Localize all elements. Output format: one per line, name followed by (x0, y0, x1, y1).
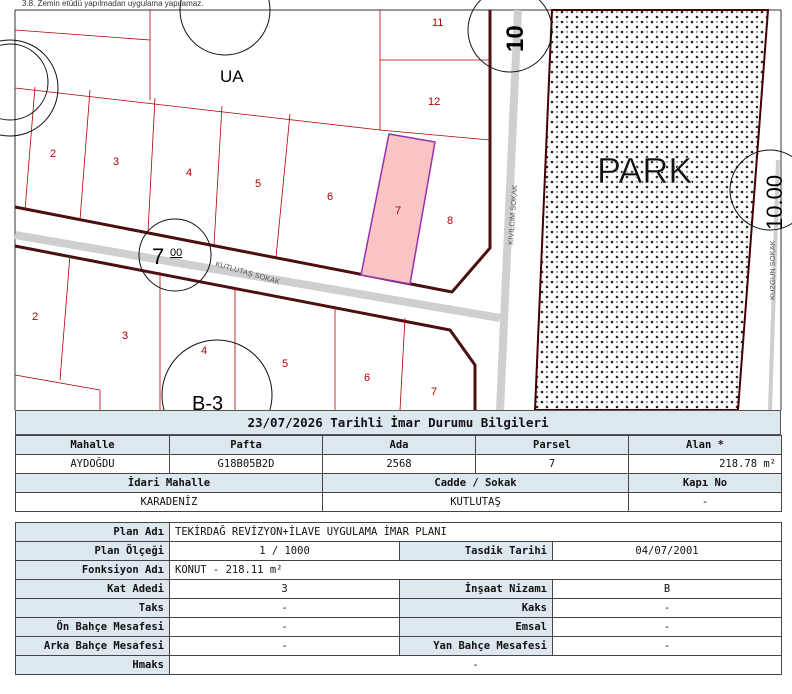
parcel-number: 3 (122, 330, 128, 342)
park-area (533, 9, 770, 411)
value-cadde-sokak: KUTLUTAŞ (322, 492, 629, 512)
label-plan-olcegi: Plan Ölçeği (15, 541, 170, 561)
parcel-number: 8 (447, 215, 453, 227)
header-alan: Alan * (628, 435, 782, 455)
header-parsel: Parsel (475, 435, 629, 455)
report-title: 23/07/2026 Tarihli İmar Durumu Bilgileri (15, 410, 781, 435)
label-arka-bahce: Arka Bahçe Mesafesi (15, 636, 170, 656)
parcel-number: 2 (32, 311, 38, 323)
parcel-number: 2 (50, 148, 56, 160)
label-on-bahce: Ön Bahçe Mesafesi (15, 617, 170, 637)
label-insaat-nizami: İnşaat Nizamı (399, 579, 553, 599)
value-pafta: G18B05B2D (169, 454, 323, 474)
value-emsal: - (551, 617, 783, 637)
parcel-number: 7 (395, 205, 401, 217)
value-kat-adedi: 3 (169, 579, 400, 599)
parcel-number: 6 (327, 191, 333, 203)
header-mahalle: Mahalle (15, 435, 170, 455)
plan-details-table: Plan Adı TEKİRDAĞ REVİZYON+İLAVE UYGULAM… (15, 522, 783, 675)
label-kat-adedi: Kat Adedi (15, 579, 170, 599)
ua-label: UA (220, 67, 244, 86)
parcel-number: 4 (201, 345, 207, 357)
header-cadde-sokak: Cadde / Sokak (322, 473, 629, 493)
label-fonksiyon: Fonksiyon Adı (15, 560, 170, 580)
label-emsal: Emsal (399, 617, 553, 637)
label-hmaks: Hmaks (15, 655, 170, 675)
value-on-bahce: - (169, 617, 400, 637)
top-note: 3.8. Zemin etüdü yapılmadan uygulama yap… (22, 0, 203, 8)
parcel-number: 6 (364, 372, 370, 384)
value-arka-bahce: - (169, 636, 400, 656)
value-kaks: - (551, 598, 783, 618)
parcel-number: 4 (186, 167, 192, 179)
value-hmaks: - (168, 655, 783, 675)
park-label: PARK (597, 150, 692, 191)
parcel-number: 7 (431, 386, 437, 398)
label-yan-bahce: Yan Bahçe Mesafesi (399, 636, 553, 656)
parcel-number: 11 (432, 17, 443, 29)
road-width-right: 10.00 (762, 175, 787, 230)
parcel-number: 5 (255, 178, 261, 190)
header-idari-mahalle: İdari Mahalle (15, 473, 323, 493)
parcel-number: 5 (282, 358, 288, 370)
zoning-map: 3.8. Zemin etüdü yapılmadan uygulama yap… (0, 0, 792, 451)
header-pafta: Pafta (169, 435, 323, 455)
road-width-main-sup: 00 (170, 247, 182, 259)
value-plan-adi: TEKİRDAĞ REVİZYON+İLAVE UYGULAMA İMAR PL… (168, 522, 783, 542)
label-taks: Taks (15, 598, 170, 618)
value-parsel: 7 (475, 454, 629, 474)
value-taks: - (169, 598, 400, 618)
block-b3-label: B-3 (192, 393, 223, 410)
value-kapi-no: - (628, 492, 782, 512)
value-ada: 2568 (322, 454, 476, 474)
value-fonksiyon: KONUT - 218.11 m² (168, 560, 783, 580)
value-mahalle: AYDOĞDU (15, 454, 170, 474)
value-alan: 218.78 m² (628, 454, 782, 474)
parcel-number: 3 (113, 156, 119, 168)
parcel-number: 12 (428, 96, 440, 108)
street-kuzgun: KUZGUN SOKAK (768, 240, 777, 300)
value-insaat-nizami: B (551, 579, 783, 599)
label-kaks: Kaks (399, 598, 553, 618)
parcel-summary-table: Mahalle Pafta Ada Parsel Alan * AYDOĞDU … (15, 435, 782, 512)
header-ada: Ada (322, 435, 476, 455)
value-idari-mahalle: KARADENİZ (15, 492, 323, 512)
label-tasdik-tarihi: Tasdik Tarihi (399, 541, 553, 561)
road-width-main: 7 (152, 244, 164, 269)
value-plan-olcegi: 1 / 1000 (169, 541, 400, 561)
value-yan-bahce: - (551, 636, 783, 656)
header-kapi-no: Kapı No (628, 473, 782, 493)
road-width-vertical: 10 (502, 25, 529, 52)
label-plan-adi: Plan Adı (15, 522, 170, 542)
value-tasdik-tarihi: 04/07/2001 (551, 541, 783, 561)
